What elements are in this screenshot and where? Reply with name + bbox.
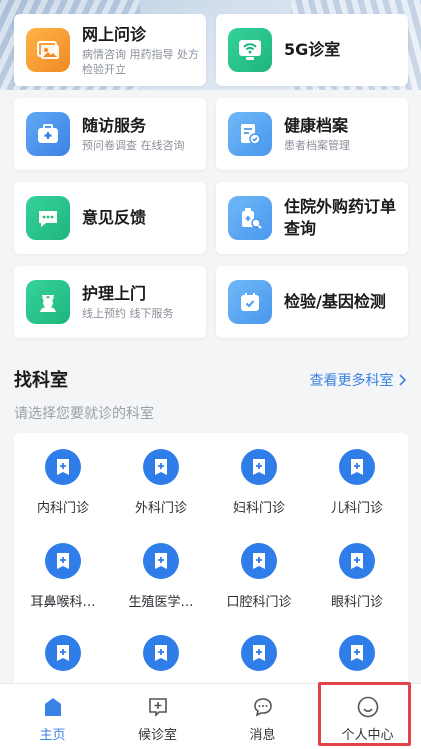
service-card-5g-room[interactable]: 5G诊室 <box>216 14 408 86</box>
tab-home[interactable]: 主页 <box>0 684 105 749</box>
dept-label: 耳鼻喉科… <box>30 595 96 610</box>
dept-icon <box>241 635 277 671</box>
tab-label: 个人中心 <box>341 728 394 743</box>
tab-label: 候诊室 <box>137 728 177 743</box>
dept-item-dental[interactable]: 口腔科门诊 <box>210 543 308 610</box>
waiting-room-icon <box>105 694 210 720</box>
dept-icon <box>45 543 81 579</box>
dept-icon <box>241 543 277 579</box>
service-title: 意见反馈 <box>82 207 147 227</box>
dept-icon <box>339 543 375 579</box>
dept-icon <box>339 635 375 671</box>
bottom-tab-bar: 主页 候诊室 消息 个人中心 <box>0 683 421 749</box>
service-card-feedback[interactable]: 意见反馈 <box>14 182 206 254</box>
profile-icon <box>315 694 420 720</box>
dept-item[interactable] <box>210 635 308 671</box>
dept-section-subtitle: 请选择您要就诊的科室 <box>14 406 154 422</box>
wifi-icon <box>228 28 272 72</box>
service-subtitle: 线上预约 线下服务 <box>82 307 174 320</box>
tab-messages[interactable]: 消息 <box>210 684 315 749</box>
dept-item-gynecology[interactable]: 妇科门诊 <box>210 449 308 516</box>
message-icon <box>210 694 315 720</box>
dept-label: 生殖医学… <box>128 595 194 610</box>
tab-label: 主页 <box>39 728 66 743</box>
dept-label: 内科门诊 <box>36 501 89 516</box>
dept-item-ophthalmology[interactable]: 眼科门诊 <box>308 543 406 610</box>
dept-item[interactable] <box>14 635 112 671</box>
service-title: 网上问诊 <box>82 24 147 44</box>
service-card-follow-up[interactable]: 随访服务 预问卷调查 在线咨询 <box>14 98 206 170</box>
service-card-online-consult[interactable]: 网上问诊 病情咨询 用药指导 处方 检验开立 <box>14 14 206 86</box>
service-card-lab-gene-test[interactable]: 检验/基因检测 <box>216 266 408 338</box>
dept-icon <box>241 449 277 485</box>
dept-label: 口腔科门诊 <box>226 595 292 610</box>
service-card-health-records[interactable]: 健康档案 患者档案管理 <box>216 98 408 170</box>
dept-label: 外科门诊 <box>134 501 187 516</box>
chat-icon <box>26 196 70 240</box>
more-departments-link[interactable]: 查看更多科室 <box>310 370 408 390</box>
service-subtitle: 患者档案管理 <box>284 139 350 152</box>
photo-icon <box>26 28 70 72</box>
tab-profile[interactable]: 个人中心 <box>315 684 420 749</box>
dept-label: 妇科门诊 <box>232 501 285 516</box>
tab-waiting-room[interactable]: 候诊室 <box>105 684 210 749</box>
dept-item[interactable] <box>308 635 406 671</box>
dept-header: 找科室 查看更多科室 <box>14 364 408 394</box>
tab-label: 消息 <box>249 728 276 743</box>
service-title: 检验/基因检测 <box>284 291 386 311</box>
service-subtitle: 预问卷调查 在线咨询 <box>82 139 185 152</box>
dept-icon <box>143 543 179 579</box>
service-subtitle: 病情咨询 用药指导 处方 检验开立 <box>82 47 199 76</box>
service-title: 护理上门 <box>82 284 147 303</box>
dept-icon <box>143 449 179 485</box>
chevron-right-icon <box>398 374 408 390</box>
dept-icon <box>143 635 179 671</box>
dept-icon <box>339 449 375 485</box>
service-title: 住院外购药订单查询 <box>284 196 397 238</box>
dept-item-reproductive[interactable]: 生殖医学… <box>112 543 210 610</box>
dept-label: 儿科门诊 <box>330 501 383 516</box>
home-icon <box>0 694 105 720</box>
dept-section-title: 找科室 <box>14 370 68 391</box>
service-card-outpatient-drug-order[interactable]: 住院外购药订单查询 <box>216 182 408 254</box>
nurse-icon <box>26 280 70 324</box>
more-departments-label: 查看更多科室 <box>309 373 394 389</box>
dept-item-internal[interactable]: 内科门诊 <box>14 449 112 516</box>
dept-item[interactable] <box>112 635 210 671</box>
medkit-icon <box>26 112 70 156</box>
service-title: 5G诊室 <box>284 39 341 59</box>
medicine-search-icon <box>228 196 272 240</box>
service-title: 随访服务 <box>82 116 147 135</box>
department-panel: 内科门诊 外科门诊 妇科门诊 儿科门诊 耳鼻喉科… 生殖医学… 口腔科门诊 眼科… <box>14 433 408 683</box>
dept-item-surgery[interactable]: 外科门诊 <box>112 449 210 516</box>
dept-item-ent[interactable]: 耳鼻喉科… <box>14 543 112 610</box>
service-title: 健康档案 <box>284 116 349 135</box>
dept-item-pediatrics[interactable]: 儿科门诊 <box>308 449 406 516</box>
service-card-home-nursing[interactable]: 护理上门 线上预约 线下服务 <box>14 266 206 338</box>
dept-icon <box>45 449 81 485</box>
health-file-icon <box>228 112 272 156</box>
dept-label: 眼科门诊 <box>330 595 383 610</box>
dept-icon <box>45 635 81 671</box>
calendar-check-icon <box>228 280 272 324</box>
